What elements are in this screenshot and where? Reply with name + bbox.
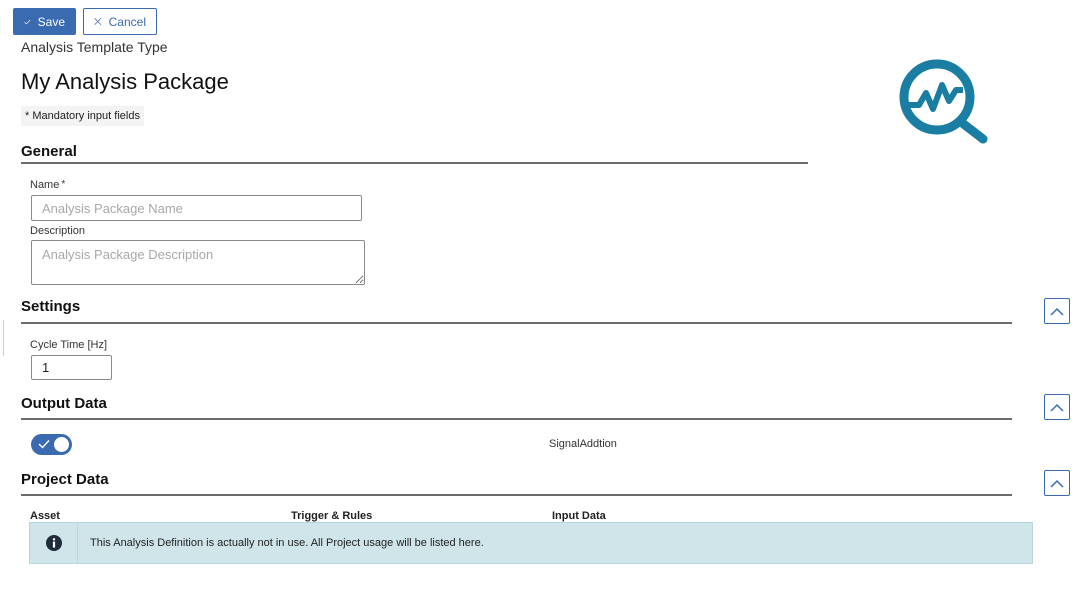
signal-name: SignalAddtion	[549, 438, 617, 450]
name-input[interactable]	[31, 195, 362, 221]
toggle-knob	[54, 437, 69, 452]
name-label: Name *	[30, 179, 65, 191]
name-label-text: Name	[30, 179, 60, 191]
description-label: Description	[30, 225, 86, 237]
info-circle-icon	[45, 535, 62, 551]
required-mark: *	[61, 179, 66, 190]
info-icon-cell	[30, 523, 78, 563]
info-message-text: This Analysis Definition is actually not…	[90, 537, 484, 549]
cancel-button[interactable]: Cancel	[83, 8, 157, 35]
collapse-output-data-button[interactable]	[1044, 394, 1070, 420]
cancel-button-label: Cancel	[108, 14, 146, 29]
save-button[interactable]: Save	[13, 8, 76, 35]
close-icon	[94, 17, 102, 26]
column-header-input-data[interactable]: Input Data	[552, 510, 606, 522]
checkmark-icon	[24, 19, 31, 24]
analysis-magnifier-logo	[899, 59, 988, 144]
description-textarea[interactable]	[31, 240, 365, 285]
section-title-project-data: Project Data	[21, 471, 109, 488]
column-header-trigger-rules[interactable]: Trigger & Rules	[291, 510, 372, 522]
cycle-time-input[interactable]	[31, 355, 112, 380]
section-divider-settings	[21, 322, 1012, 324]
section-title-general: General	[21, 143, 77, 160]
info-message-bar: This Analysis Definition is actually not…	[29, 522, 1033, 564]
signal-toggle[interactable]	[31, 434, 72, 455]
section-divider-project-data	[21, 494, 1012, 496]
mandatory-note: * Mandatory input fields	[21, 106, 144, 126]
column-header-asset[interactable]: Asset	[30, 510, 60, 522]
collapse-settings-button[interactable]	[1044, 298, 1070, 324]
section-title-settings: Settings	[21, 298, 81, 315]
section-divider-output-data	[21, 418, 1012, 420]
left-edge-marker	[3, 320, 4, 356]
page-title: My Analysis Package	[21, 69, 229, 94]
chevron-up-icon	[1050, 307, 1064, 316]
checkmark-icon	[38, 440, 50, 449]
save-button-label: Save	[37, 14, 65, 29]
section-divider-general	[21, 162, 808, 164]
collapse-project-data-button[interactable]	[1044, 470, 1070, 496]
template-type-label: Analysis Template Type	[21, 39, 168, 55]
section-title-output-data: Output Data	[21, 395, 107, 412]
chevron-up-icon	[1050, 403, 1064, 412]
cycle-time-label: Cycle Time [Hz]	[30, 339, 108, 351]
chevron-up-icon	[1050, 479, 1064, 488]
